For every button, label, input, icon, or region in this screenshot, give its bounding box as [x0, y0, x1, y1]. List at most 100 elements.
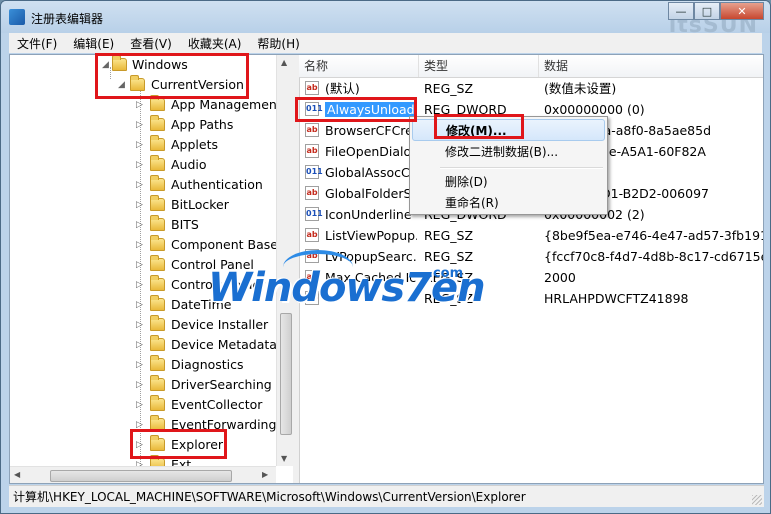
scroll-down-icon[interactable]: ▼: [281, 454, 287, 463]
list-row[interactable]: ab Max Cached Ic... REG_SZ 2000: [299, 267, 763, 288]
list-row[interactable]: ab ListViewPopup... REG_SZ {8be9f5ea-e746-4…: [299, 225, 763, 246]
tree-item[interactable]: ▷ Audio: [10, 155, 276, 175]
expand-icon[interactable]: ▷: [136, 415, 145, 435]
menu-bar: 文件(F) 编辑(E) 查看(V) 收藏夹(A) 帮助(H): [9, 33, 762, 53]
expand-icon[interactable]: ▷: [136, 435, 145, 455]
column-name[interactable]: 名称: [299, 55, 419, 77]
scroll-right-icon[interactable]: ▶: [262, 470, 268, 479]
expand-icon[interactable]: ▷: [136, 235, 145, 255]
string-value-icon: ab: [305, 249, 319, 263]
close-button[interactable]: ✕: [720, 2, 764, 20]
expand-icon[interactable]: ▷: [136, 215, 145, 235]
tree-item[interactable]: ▷ DateTime: [10, 295, 276, 315]
expand-icon[interactable]: ▷: [136, 135, 145, 155]
expand-icon[interactable]: ▷: [136, 175, 145, 195]
string-value-icon: ab: [305, 186, 319, 200]
expand-icon[interactable]: ▷: [136, 375, 145, 395]
column-data[interactable]: 数据: [539, 55, 763, 77]
scroll-thumb[interactable]: [280, 313, 292, 435]
value-data: {8be9f5ea-e746-4e47-ad57-3fb191ca: [544, 228, 763, 243]
tree-vertical-scrollbar[interactable]: ▲ ▼: [276, 55, 293, 466]
menu-item-rename[interactable]: 重命名(R): [412, 192, 605, 214]
menu-help[interactable]: 帮助(H): [249, 35, 307, 52]
tree-item-currentversion[interactable]: ◢ CurrentVersion: [10, 75, 276, 95]
folder-icon: [150, 115, 165, 131]
tree-item[interactable]: ▷ Control Panel: [10, 255, 276, 275]
tree-item[interactable]: ▷ Controls Folder: [10, 275, 276, 295]
tree-label: Windows: [132, 57, 188, 72]
folder-icon: [150, 295, 165, 311]
tree-horizontal-scrollbar[interactable]: ◀ ▶: [10, 466, 276, 483]
expand-icon[interactable]: ▷: [136, 115, 145, 135]
folder-icon: [150, 95, 165, 111]
collapse-icon[interactable]: ◢: [118, 75, 127, 95]
tree-item[interactable]: ▷ Device Metadata: [10, 335, 277, 355]
tree-label: Explorer: [171, 437, 224, 452]
collapse-icon[interactable]: ◢: [102, 55, 111, 75]
tree-label: EventForwarding: [171, 417, 277, 432]
scroll-left-icon[interactable]: ◀: [14, 470, 20, 479]
tree-item[interactable]: ▷ Applets: [10, 135, 276, 155]
binary-value-icon: 011: [305, 102, 323, 116]
folder-open-icon: [112, 55, 127, 71]
tree-item[interactable]: ▷ DriverSearching: [10, 375, 276, 395]
title-bar[interactable]: 注册表编辑器 itsSUN — □ ✕: [1, 1, 770, 38]
tree-label: DateTime: [171, 297, 232, 312]
binary-value-icon: 011: [305, 165, 323, 179]
tree-item[interactable]: ▷ BITS: [10, 215, 276, 235]
expand-icon[interactable]: ▷: [136, 395, 145, 415]
tree-label: CurrentVersion: [151, 77, 244, 92]
expand-icon[interactable]: ▷: [136, 335, 145, 355]
tree-label: BitLocker: [171, 197, 229, 212]
value-type: REG_SZ: [424, 228, 474, 243]
column-type[interactable]: 类型: [419, 55, 539, 77]
expand-icon[interactable]: ▷: [136, 355, 145, 375]
expand-icon[interactable]: ▷: [136, 295, 145, 315]
tree-item[interactable]: ▷ App Management: [10, 95, 282, 115]
expand-icon[interactable]: ▷: [136, 155, 145, 175]
expand-icon[interactable]: ▷: [136, 255, 145, 275]
tree-item[interactable]: ▷ EventCollector: [10, 395, 276, 415]
maximize-button[interactable]: □: [694, 2, 720, 20]
tree-label: EventCollector: [171, 397, 263, 412]
tree-item[interactable]: ▷ Explorer: [10, 435, 276, 455]
folder-icon: [150, 375, 165, 391]
menu-separator: [440, 167, 603, 169]
value-name: FileOpenDialog: [325, 144, 417, 159]
tree-item[interactable]: ▷ BitLocker: [10, 195, 276, 215]
value-data: HRLAHPDWCFTZ41898: [544, 291, 689, 306]
tree-item[interactable]: ▷ EventForwarding: [10, 415, 276, 435]
list-row[interactable]: ab LVPopupSearc... REG_SZ {fccf70c8-f4d7-4d…: [299, 246, 763, 267]
list-row[interactable]: ab REG_SZ HRLAHPDWCFTZ41898: [299, 288, 763, 309]
tree-item[interactable]: ▷ Authentication: [10, 175, 276, 195]
menu-item-modify[interactable]: 修改(M)...: [412, 119, 605, 141]
expand-icon[interactable]: ▷: [136, 275, 145, 295]
list-header: 名称 类型 数据: [299, 55, 763, 78]
menu-item-delete[interactable]: 删除(D): [412, 171, 605, 193]
tree-item[interactable]: ▷ App Paths: [10, 115, 276, 135]
resize-grip-icon[interactable]: [752, 495, 762, 505]
tree-item[interactable]: ▷ Diagnostics: [10, 355, 276, 375]
menu-item-modify-binary[interactable]: 修改二进制数据(B)...: [412, 141, 605, 163]
expand-icon[interactable]: ▷: [136, 315, 145, 335]
minimize-button[interactable]: —: [668, 2, 694, 20]
menu-favorites[interactable]: 收藏夹(A): [180, 35, 250, 52]
expand-icon[interactable]: ▷: [136, 195, 145, 215]
value-type: REG_SZ: [424, 81, 474, 96]
menu-view[interactable]: 查看(V): [122, 35, 180, 52]
menu-edit[interactable]: 编辑(E): [65, 35, 122, 52]
menu-file[interactable]: 文件(F): [9, 35, 65, 52]
tree-label: Device Installer: [171, 317, 269, 332]
list-row[interactable]: ab (默认) REG_SZ (数值未设置): [299, 78, 763, 99]
scroll-thumb[interactable]: [50, 470, 232, 482]
folder-icon: [150, 395, 165, 411]
tree-label: Applets: [171, 137, 218, 152]
expand-icon[interactable]: ▷: [136, 95, 145, 115]
string-value-icon: ab: [305, 123, 319, 137]
status-path: 计算机\HKEY_LOCAL_MACHINE\SOFTWARE\Microsof…: [13, 490, 526, 504]
string-value-icon: ab: [305, 228, 319, 242]
tree-item[interactable]: ▷ Device Installer: [10, 315, 276, 335]
tree-item-windows[interactable]: ◢ Windows: [10, 55, 276, 75]
tree-item[interactable]: ▷ Component Based: [10, 235, 286, 255]
scroll-up-icon[interactable]: ▲: [281, 58, 287, 67]
